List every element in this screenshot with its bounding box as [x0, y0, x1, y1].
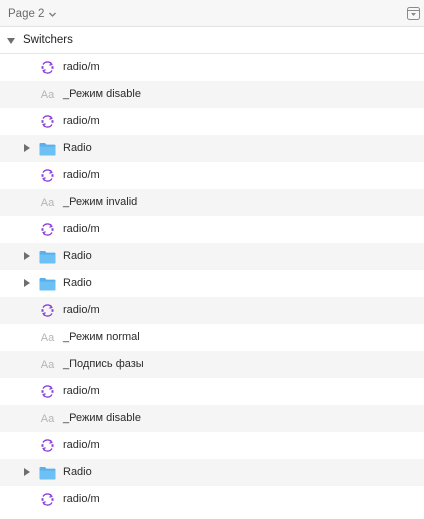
symbol-instance-icon	[39, 438, 56, 453]
layer-label: radio/m	[63, 385, 100, 397]
disclosure-triangle-collapsed-icon[interactable]	[22, 251, 32, 261]
symbol-instance-icon	[39, 114, 56, 129]
collapse-panel-icon[interactable]	[407, 7, 420, 20]
folder-icon	[39, 249, 56, 264]
layer-label: Radio	[63, 466, 92, 478]
text-layer-icon: Aa	[39, 195, 56, 210]
layer-row-symbol[interactable]: radio/m	[0, 54, 424, 81]
layer-row-symbol[interactable]: radio/m	[0, 297, 424, 324]
layer-label: radio/m	[63, 304, 100, 316]
page-header: Page 2	[0, 0, 424, 27]
layer-label: _Режим disable	[63, 88, 141, 100]
group-label: Switchers	[23, 34, 73, 46]
layer-label: radio/m	[63, 169, 100, 181]
folder-icon	[39, 141, 56, 156]
layer-label: Radio	[63, 142, 92, 154]
layer-row-symbol[interactable]: radio/m	[0, 486, 424, 513]
layer-row-symbol[interactable]: radio/m	[0, 378, 424, 405]
layer-row-symbol[interactable]: radio/m	[0, 162, 424, 189]
layer-label: radio/m	[63, 61, 100, 73]
text-layer-icon: Aa	[39, 357, 56, 372]
layer-label: _Режим normal	[63, 331, 140, 343]
symbol-instance-icon	[39, 222, 56, 237]
layer-label: radio/m	[63, 493, 100, 505]
layer-label: _Подпись фазы	[63, 358, 144, 370]
chevron-down-icon	[49, 12, 57, 17]
text-icon-glyph: Aa	[40, 412, 55, 425]
layer-row-text[interactable]: Aa _Режим disable	[0, 405, 424, 432]
group-row-switchers[interactable]: Switchers	[0, 28, 424, 54]
layer-list: radio/m Aa _Режим disable radio/m Radio radio…	[0, 54, 424, 513]
layer-row-folder[interactable]: Radio	[0, 270, 424, 297]
text-layer-icon: Aa	[39, 87, 56, 102]
layer-row-text[interactable]: Aa _Режим normal	[0, 324, 424, 351]
layer-label: Radio	[63, 250, 92, 262]
layer-row-symbol[interactable]: radio/m	[0, 216, 424, 243]
layer-row-symbol[interactable]: radio/m	[0, 108, 424, 135]
layer-label: radio/m	[63, 439, 100, 451]
text-layer-icon: Aa	[39, 411, 56, 426]
symbol-instance-icon	[39, 384, 56, 399]
text-icon-glyph: Aa	[40, 331, 55, 344]
layer-label: radio/m	[63, 115, 100, 127]
disclosure-triangle-expanded-icon[interactable]	[6, 36, 16, 46]
layer-label: _Режим disable	[63, 412, 141, 424]
page-label: Page 2	[8, 8, 45, 20]
symbol-instance-icon	[39, 168, 56, 183]
layer-row-folder[interactable]: Radio	[0, 459, 424, 486]
symbol-instance-icon	[39, 303, 56, 318]
layer-row-symbol[interactable]: radio/m	[0, 432, 424, 459]
layer-row-text[interactable]: Aa _Подпись фазы	[0, 351, 424, 378]
text-icon-glyph: Aa	[40, 358, 55, 371]
layer-label: _Режим invalid	[63, 196, 138, 208]
layer-row-text[interactable]: Aa _Режим disable	[0, 81, 424, 108]
text-icon-glyph: Aa	[40, 196, 55, 209]
folder-icon	[39, 465, 56, 480]
symbol-instance-icon	[39, 492, 56, 507]
text-layer-icon: Aa	[39, 330, 56, 345]
disclosure-triangle-collapsed-icon[interactable]	[22, 467, 32, 477]
layer-row-folder[interactable]: Radio	[0, 243, 424, 270]
layer-row-folder[interactable]: Radio	[0, 135, 424, 162]
disclosure-triangle-collapsed-icon[interactable]	[22, 143, 32, 153]
symbol-instance-icon	[39, 60, 56, 75]
folder-icon	[39, 276, 56, 291]
layer-row-text[interactable]: Aa _Режим invalid	[0, 189, 424, 216]
text-icon-glyph: Aa	[40, 88, 55, 101]
layer-label: Radio	[63, 277, 92, 289]
disclosure-triangle-collapsed-icon[interactable]	[22, 278, 32, 288]
page-selector[interactable]: Page 2	[8, 6, 57, 22]
layer-label: radio/m	[63, 223, 100, 235]
